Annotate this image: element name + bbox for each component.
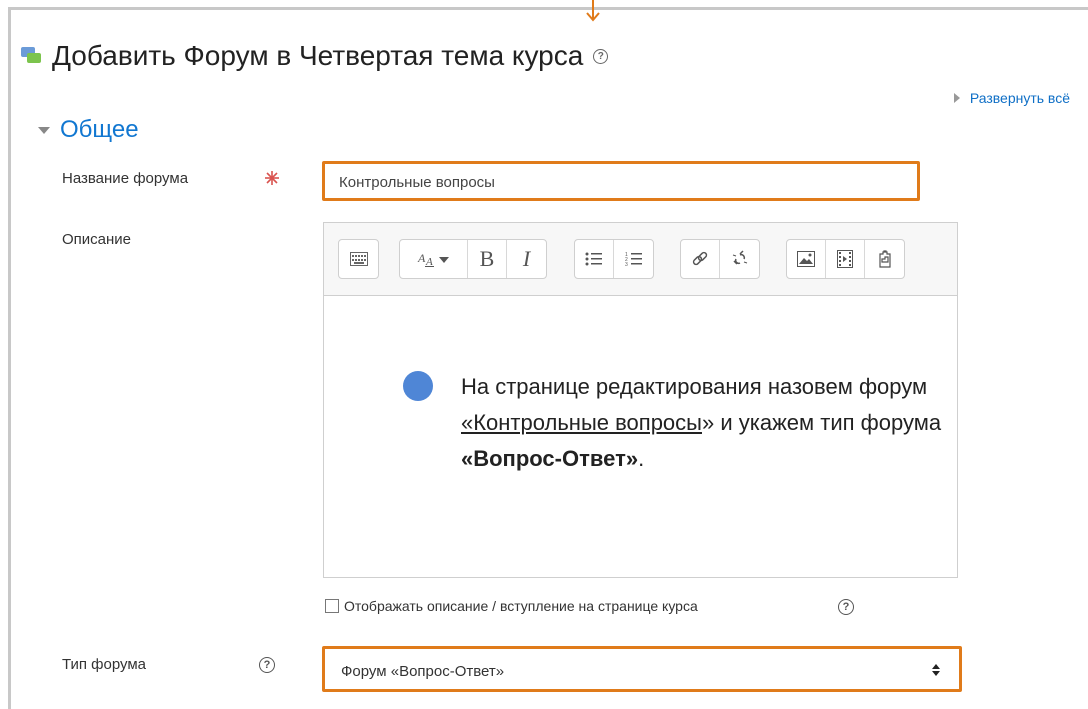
forum-type-value: Форум «Вопрос-Ответ» (341, 663, 505, 680)
show-description-checkbox[interactable] (325, 599, 339, 613)
toolbar-toggle-icon[interactable] (339, 240, 378, 278)
toolbar-group-3: 123 (574, 239, 654, 279)
font-size-icon[interactable]: AA (400, 240, 468, 278)
media-icon[interactable] (826, 240, 865, 278)
unlink-icon[interactable] (720, 240, 759, 278)
toolbar-group-2: AA B I (399, 239, 547, 279)
bullet-marker (403, 371, 433, 401)
description-editor[interactable]: AA B I 123 На странице редактирования на… (323, 222, 958, 578)
callout-text-3: . (638, 446, 645, 471)
svg-text:A: A (417, 251, 426, 265)
section-general-toggle[interactable]: Общее (38, 116, 139, 144)
toolbar-group-1 (338, 239, 379, 279)
show-description-option: Отображать описание / вступление на стра… (325, 598, 698, 614)
arrow-down-icon (586, 0, 600, 22)
italic-icon[interactable]: I (507, 240, 546, 278)
manage-files-icon[interactable] (865, 240, 904, 278)
section-title: Общее (60, 116, 139, 143)
page-title: Добавить Форум в Четвертая тема курса (52, 40, 584, 71)
ordered-list-icon[interactable]: 123 (614, 240, 653, 278)
frame-left-border (8, 7, 11, 709)
help-icon[interactable]: ? (593, 48, 609, 64)
svg-text:3: 3 (625, 262, 628, 267)
show-description-label: Отображать описание / вступление на стра… (344, 598, 698, 614)
bold-icon[interactable]: B (468, 240, 507, 278)
page-header: Добавить Форум в Четвертая тема курса ? (20, 36, 609, 76)
unordered-list-icon[interactable] (575, 240, 614, 278)
select-updown-icon (932, 664, 940, 676)
forum-name-label: Название форума (62, 170, 189, 187)
forum-type-help-icon[interactable]: ? (259, 657, 275, 673)
callout-text-1: На странице редактирования назовем форум (461, 374, 928, 399)
callout-forum-type: «Вопрос-Ответ» (461, 446, 639, 471)
expand-all-link[interactable]: Развернуть всё (953, 90, 1070, 106)
toolbar-group-5 (786, 239, 905, 279)
expand-triangle-icon (953, 93, 960, 103)
forum-type-label: Тип форума (62, 656, 147, 673)
forum-type-select[interactable]: Форум «Вопрос-Ответ» (322, 646, 962, 692)
expand-all-label: Развернуть всё (969, 90, 1070, 106)
collapse-triangle-icon (38, 126, 50, 134)
show-description-help-icon[interactable]: ? (838, 599, 854, 615)
link-icon[interactable] (681, 240, 720, 278)
forum-name-value: Контрольные вопросы (339, 174, 495, 191)
callout-text-2: » и укажем тип форума (701, 410, 942, 435)
callout-text: На странице редактирования назовем форум… (461, 369, 961, 477)
callout-forum-name: «Контрольные вопросы (461, 410, 702, 435)
description-label: Описание (62, 231, 132, 248)
required-icon (265, 171, 279, 185)
editor-toolbar: AA B I 123 (324, 223, 957, 296)
frame-top-border (8, 7, 1088, 10)
image-icon[interactable] (787, 240, 826, 278)
forum-icon (21, 47, 41, 63)
toolbar-group-4 (680, 239, 760, 279)
forum-name-input[interactable]: Контрольные вопросы (322, 161, 920, 201)
